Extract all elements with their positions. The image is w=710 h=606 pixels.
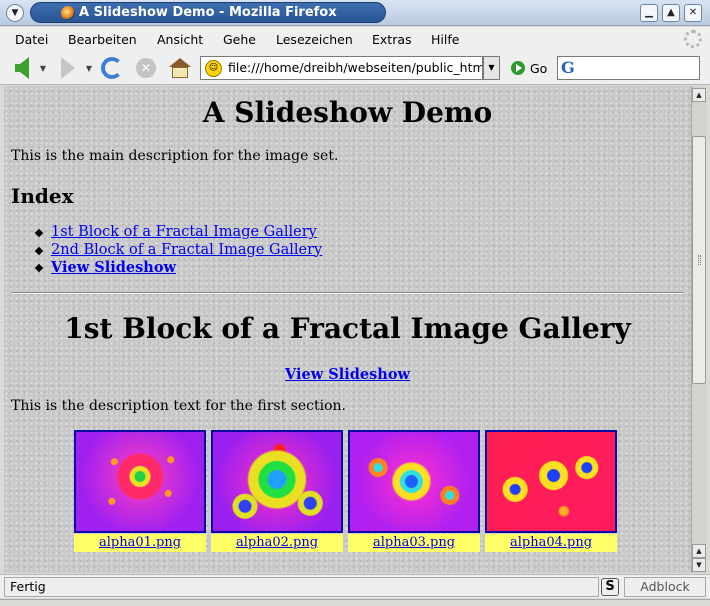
go-button[interactable]: Go xyxy=(530,61,547,76)
window-title-pill: A Slideshow Demo - Mozilla Firefox xyxy=(30,2,386,23)
chevron-down-icon: ▼ xyxy=(39,63,47,73)
horizontal-divider xyxy=(11,292,683,294)
thumbnail-image-alpha04[interactable] xyxy=(485,430,617,533)
index-list: 1st Block of a Fractal Image Gallery 2nd… xyxy=(34,224,322,278)
back-button[interactable] xyxy=(10,55,34,81)
home-button[interactable] xyxy=(167,55,193,81)
url-text: file:///home/dreibh/webseiten/public_htm… xyxy=(228,60,483,75)
status-bar: Fertig S Adblock xyxy=(0,574,710,598)
index-heading: Index xyxy=(11,184,74,208)
thumbnail-caption: alpha04.png xyxy=(485,534,617,552)
menu-hilfe[interactable]: Hilfe xyxy=(431,32,459,47)
section-slideshow-link[interactable]: View Slideshow xyxy=(285,366,410,383)
page-content: A Slideshow Demo This is the main descri… xyxy=(4,86,691,573)
stop-icon: ✕ xyxy=(136,58,156,78)
scrollbar-thumb[interactable] xyxy=(692,136,706,384)
url-input[interactable]: ☺ file:///home/dreibh/webseiten/public_h… xyxy=(200,56,483,80)
url-history-dropdown[interactable]: ▼ xyxy=(483,56,500,80)
thumbnail-caption: alpha01.png xyxy=(74,534,206,552)
gallery-item: alpha04.png xyxy=(485,430,617,552)
index-link-block-1[interactable]: 1st Block of a Fractal Image Gallery xyxy=(51,224,317,240)
site-identity-icon: ☺ xyxy=(205,60,222,77)
page-title: A Slideshow Demo xyxy=(202,96,493,129)
gallery-item: alpha01.png xyxy=(74,430,206,552)
gallery-item: alpha03.png xyxy=(348,430,480,552)
main-description: This is the main description for the ima… xyxy=(11,148,339,164)
search-engine-icon[interactable]: G xyxy=(561,58,575,77)
reload-button[interactable] xyxy=(99,55,125,81)
list-item: 2nd Block of a Fractal Image Gallery xyxy=(34,242,322,260)
throbber-icon xyxy=(684,30,702,48)
window-bottom-edge xyxy=(0,599,710,606)
home-icon xyxy=(169,58,191,78)
menu-lesezeichen[interactable]: Lesezeichen xyxy=(276,32,353,47)
navigation-toolbar: ▼ ▼ ✕ ☺ file:///home/dreibh/webseiten/pu… xyxy=(0,51,710,85)
back-history-dropdown[interactable]: ▼ xyxy=(38,55,48,81)
menu-bar: Datei Bearbeiten Ansicht Gehe Lesezeiche… xyxy=(0,27,710,51)
scroll-down-button[interactable]: ▼ xyxy=(692,558,706,572)
forward-arrow-icon xyxy=(61,57,75,79)
search-input[interactable]: G xyxy=(557,56,700,80)
list-item: View Slideshow xyxy=(34,259,322,278)
scroll-up-button-lower[interactable]: ▲ xyxy=(692,544,706,558)
section-title: 1st Block of a Fractal Image Gallery xyxy=(64,312,631,345)
chevron-down-icon: ▼ xyxy=(85,63,93,73)
back-arrow-icon xyxy=(15,57,29,79)
section-description: This is the description text for the fir… xyxy=(11,398,346,414)
gallery-item: alpha02.png xyxy=(211,430,343,552)
maximize-button[interactable]: ▲ xyxy=(662,4,680,22)
menu-datei[interactable]: Datei xyxy=(15,32,48,47)
thumbnail-image-alpha02[interactable] xyxy=(211,430,343,533)
menu-ansicht[interactable]: Ansicht xyxy=(157,32,203,47)
reload-icon xyxy=(101,57,123,79)
menu-bearbeiten[interactable]: Bearbeiten xyxy=(68,32,137,47)
scroll-up-button[interactable]: ▲ xyxy=(692,88,706,102)
forward-history-dropdown[interactable]: ▼ xyxy=(84,55,94,81)
thumbnail-image-alpha01[interactable] xyxy=(74,430,206,533)
caption-link[interactable]: alpha03.png xyxy=(373,535,455,550)
status-s-icon[interactable]: S xyxy=(601,578,619,596)
caption-link[interactable]: alpha01.png xyxy=(99,535,181,550)
menu-extras[interactable]: Extras xyxy=(372,32,412,47)
section-slideshow-link-wrap: View Slideshow xyxy=(4,366,691,383)
minimize-button[interactable]: ▁ xyxy=(640,4,658,22)
stop-button[interactable]: ✕ xyxy=(133,55,159,81)
window-menu-button[interactable]: ▼ xyxy=(6,4,24,22)
status-text: Fertig xyxy=(4,577,599,597)
thumbnail-image-alpha03[interactable] xyxy=(348,430,480,533)
thumbnail-caption: alpha03.png xyxy=(348,534,480,552)
close-button[interactable]: ✕ xyxy=(684,4,702,22)
firefox-icon xyxy=(61,6,75,20)
index-link-slideshow[interactable]: View Slideshow xyxy=(51,259,176,276)
adblock-button[interactable]: Adblock xyxy=(624,577,706,597)
list-item: 1st Block of a Fractal Image Gallery xyxy=(34,224,322,242)
menu-gehe[interactable]: Gehe xyxy=(223,32,256,47)
image-gallery: alpha01.png alpha02.png alpha03.png alph… xyxy=(74,430,617,552)
go-icon[interactable] xyxy=(511,61,525,75)
thumbnail-caption: alpha02.png xyxy=(211,534,343,552)
window-title: A Slideshow Demo - Mozilla Firefox xyxy=(79,5,337,20)
caption-link[interactable]: alpha02.png xyxy=(236,535,318,550)
vertical-scrollbar[interactable]: ▲ ▲ ▼ xyxy=(691,86,706,573)
window-titlebar: ▼ A Slideshow Demo - Mozilla Firefox ▁ ▲… xyxy=(0,0,710,26)
forward-button[interactable] xyxy=(56,55,80,81)
index-link-block-2[interactable]: 2nd Block of a Fractal Image Gallery xyxy=(51,242,322,258)
caption-link[interactable]: alpha04.png xyxy=(510,535,592,550)
scrollbar-grip-icon xyxy=(698,255,701,265)
